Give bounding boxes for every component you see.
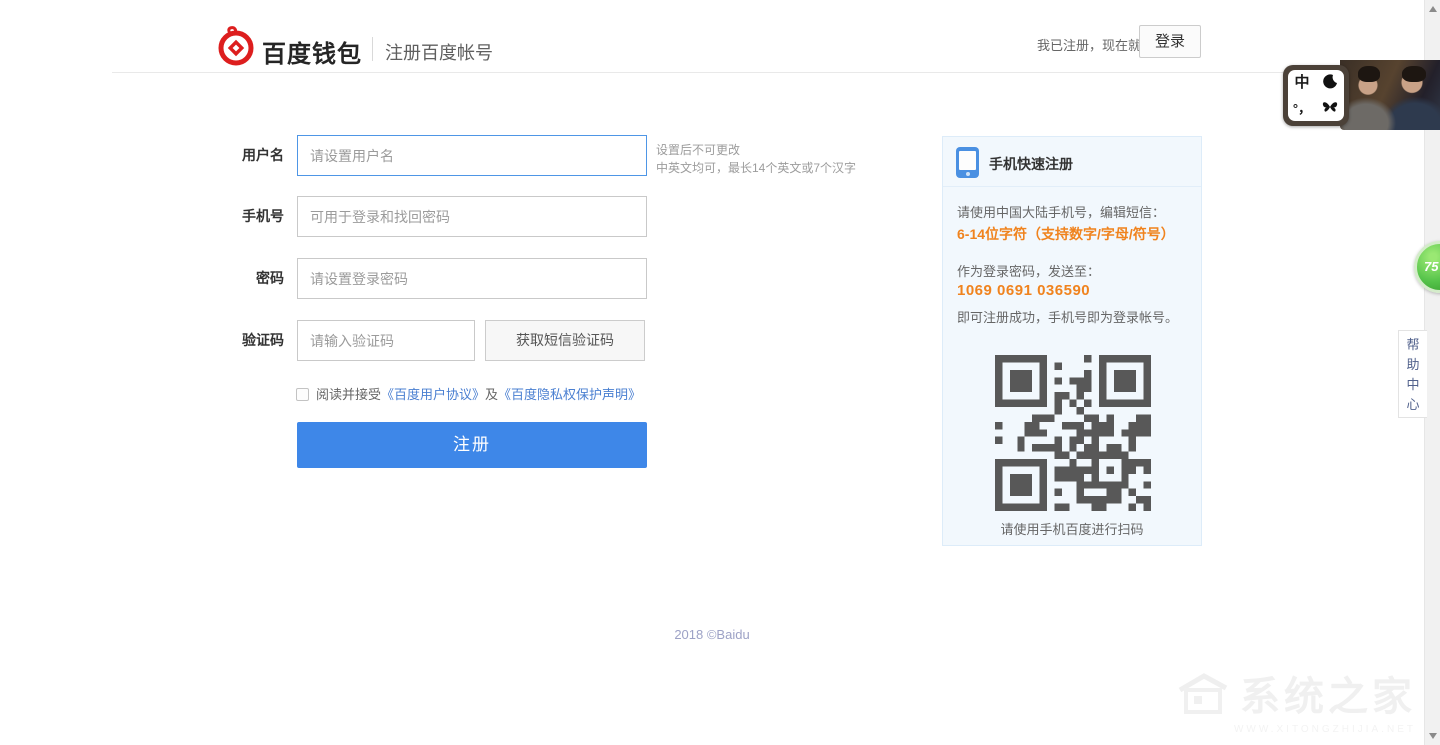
house-icon bbox=[1174, 670, 1232, 716]
user-agreement-link[interactable]: 《百度用户协议》 bbox=[381, 387, 485, 402]
panel-highlight1: 6-14位字符（支持数字/字母/符号） bbox=[957, 224, 1175, 244]
password-input[interactable] bbox=[297, 258, 647, 299]
agreement-checkbox[interactable] bbox=[296, 388, 309, 401]
password-label: 密码 bbox=[176, 258, 284, 299]
scroll-up-arrow-icon[interactable] bbox=[1429, 6, 1437, 12]
header: 百度钱包 注册百度帐号 我已注册，现在就 登录 bbox=[0, 0, 1440, 72]
scroll-down-arrow-icon[interactable] bbox=[1429, 733, 1437, 739]
baidu-wallet-logo-icon bbox=[216, 26, 256, 66]
phone-input[interactable] bbox=[297, 196, 647, 237]
ime-punctuation-mode[interactable]: °， bbox=[1293, 102, 1311, 115]
panel-title: 手机快速注册 bbox=[989, 154, 1073, 174]
panel-divider bbox=[943, 186, 1201, 187]
panel-highlight2: 1069 0691 036590 bbox=[957, 282, 1090, 299]
username-label: 用户名 bbox=[176, 135, 284, 176]
watermark-title: 系统之家 bbox=[1240, 664, 1416, 722]
ad-photo bbox=[1340, 60, 1440, 130]
panel-line2: 作为登录密码，发送至： bbox=[957, 261, 1100, 280]
privacy-policy-link[interactable]: 《百度隐私权保护声明》 bbox=[498, 387, 641, 402]
header-divider bbox=[372, 37, 373, 61]
agreement-row: 阅读并接受《百度用户协议》及《百度隐私权保护声明》 bbox=[296, 384, 641, 403]
panel-line3: 即可注册成功，手机号即为登录帐号。 bbox=[957, 307, 1178, 326]
site-watermark: 系统之家 WWW.XITONGZHIJIA.NET bbox=[1174, 664, 1416, 735]
username-hint-line1: 设置后不可更改 bbox=[656, 141, 856, 159]
get-sms-code-button[interactable]: 获取短信验证码 bbox=[485, 320, 645, 361]
captcha-label: 验证码 bbox=[176, 320, 284, 361]
agreement-middle: 及 bbox=[485, 387, 498, 402]
help-center-tab[interactable]: 帮助中心 bbox=[1398, 330, 1427, 418]
phone-label: 手机号 bbox=[176, 196, 284, 237]
help-center-label: 帮助中心 bbox=[1406, 335, 1420, 415]
qr-code bbox=[995, 355, 1151, 511]
logo-text: 百度钱包 bbox=[262, 34, 362, 69]
moon-icon[interactable] bbox=[1323, 74, 1338, 92]
captcha-input[interactable] bbox=[297, 320, 475, 361]
page-title: 注册百度帐号 bbox=[385, 39, 493, 65]
username-input[interactable] bbox=[297, 135, 647, 176]
phone-icon bbox=[956, 147, 979, 178]
butterfly-icon[interactable] bbox=[1322, 100, 1338, 117]
floating-badge[interactable]: 75 bbox=[1414, 241, 1440, 293]
ime-status-bar[interactable]: 中 °， bbox=[1283, 65, 1349, 126]
register-page: 百度钱包 注册百度帐号 我已注册，现在就 登录 用户名 设置后不可更改 中英文均… bbox=[0, 0, 1440, 745]
copyright: 2018 ©Baidu bbox=[0, 627, 1424, 642]
already-registered-text: 我已注册，现在就 bbox=[1037, 35, 1141, 54]
username-hint-line2: 中英文均可，最长14个英文或7个汉字 bbox=[656, 159, 856, 177]
username-hint: 设置后不可更改 中英文均可，最长14个英文或7个汉字 bbox=[656, 141, 856, 177]
register-button[interactable]: 注册 bbox=[297, 422, 647, 468]
ime-chinese-mode[interactable]: 中 bbox=[1294, 75, 1309, 90]
panel-line1: 请使用中国大陆手机号，编辑短信： bbox=[957, 202, 1165, 221]
header-rule bbox=[112, 72, 1424, 73]
ime-overlay: 中 °， bbox=[1283, 60, 1440, 130]
qr-caption: 请使用手机百度进行扫码 bbox=[943, 519, 1201, 538]
quick-register-panel: 手机快速注册 请使用中国大陆手机号，编辑短信： 6-14位字符（支持数字/字母/… bbox=[942, 136, 1202, 546]
agreement-prefix: 阅读并接受 bbox=[316, 387, 381, 402]
login-button[interactable]: 登录 bbox=[1139, 25, 1201, 58]
watermark-subtitle: WWW.XITONGZHIJIA.NET bbox=[1174, 724, 1416, 735]
